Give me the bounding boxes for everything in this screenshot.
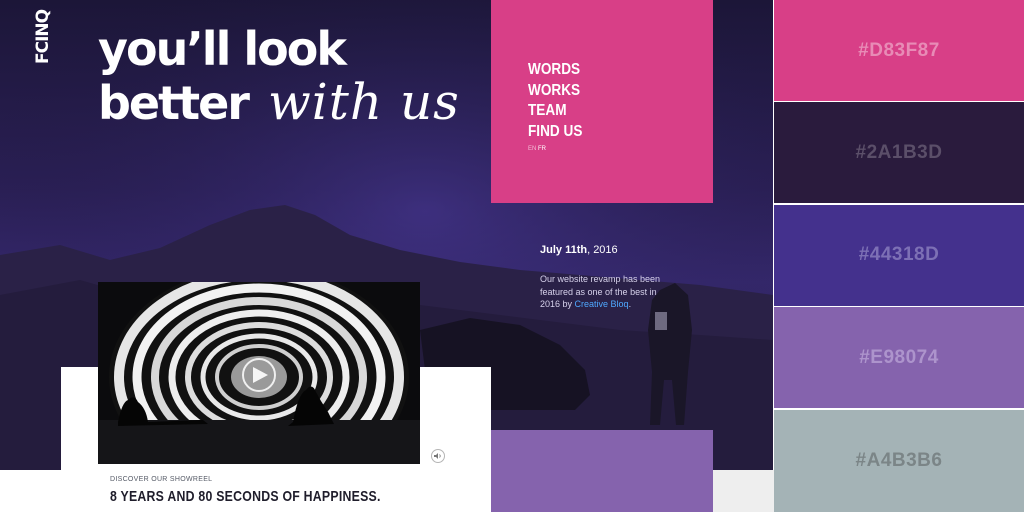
showreel-title: 8 YEARS AND 80 SECONDS OF HAPPINESS. [110,488,381,505]
headline-line-2: better [98,76,250,130]
lang-en[interactable]: EN [528,146,536,152]
bottom-strip [713,470,774,512]
headline-line-1: you’ll look [98,22,347,76]
news-date: July 11th, 2016 [540,244,618,256]
news-date-bold: July 11th [540,244,588,256]
headline-script: with us [268,73,460,131]
mute-button[interactable] [431,449,445,463]
nav-item-works[interactable]: WORKS [528,81,582,102]
palette-swatch: #A4B3B6 [774,409,1024,512]
video-frame [98,282,420,464]
language-switch: EN FR [528,146,546,152]
nav-item-words[interactable]: WORDS [528,60,582,81]
nav-list: WORDS WORKS TEAM FIND US [528,60,592,142]
palette-swatch-label: #A4B3B6 [855,449,943,471]
creative-bloq-link[interactable]: Creative Bloq [575,299,629,309]
palette-swatch-label: #E98074 [859,346,939,368]
palette-swatch: #44318D [774,204,1024,306]
news-text: Our website revamp has been featured as … [540,273,665,311]
nav-menu: WORDS WORKS TEAM FIND US EN FR [491,0,713,203]
nav-item-find-us[interactable]: FIND US [528,122,582,143]
palette-swatch: #D83F87 [774,0,1024,101]
palette-swatch-label: #44318D [858,244,940,266]
palette-swatch: #E98074 [774,307,1024,409]
color-palette: #D83F87 #2A1B3D #44318D #E98074 #A4B3B6 [774,0,1024,512]
speaker-icon [434,453,441,459]
news-date-year: , 2016 [587,244,618,256]
palette-swatch-label: #D83F87 [858,39,940,61]
brand-logo[interactable]: FCINQ [30,10,56,64]
palette-swatch: #2A1B3D [774,102,1024,204]
purple-block [491,430,713,512]
showreel-eyebrow: DISCOVER OUR SHOWREEL [110,476,213,483]
news-end: . [628,299,632,309]
palette-swatch-label: #2A1B3D [855,141,943,163]
nav-item-team[interactable]: TEAM [528,101,582,122]
lang-fr[interactable]: FR [538,146,546,152]
showreel-video[interactable] [98,282,420,464]
